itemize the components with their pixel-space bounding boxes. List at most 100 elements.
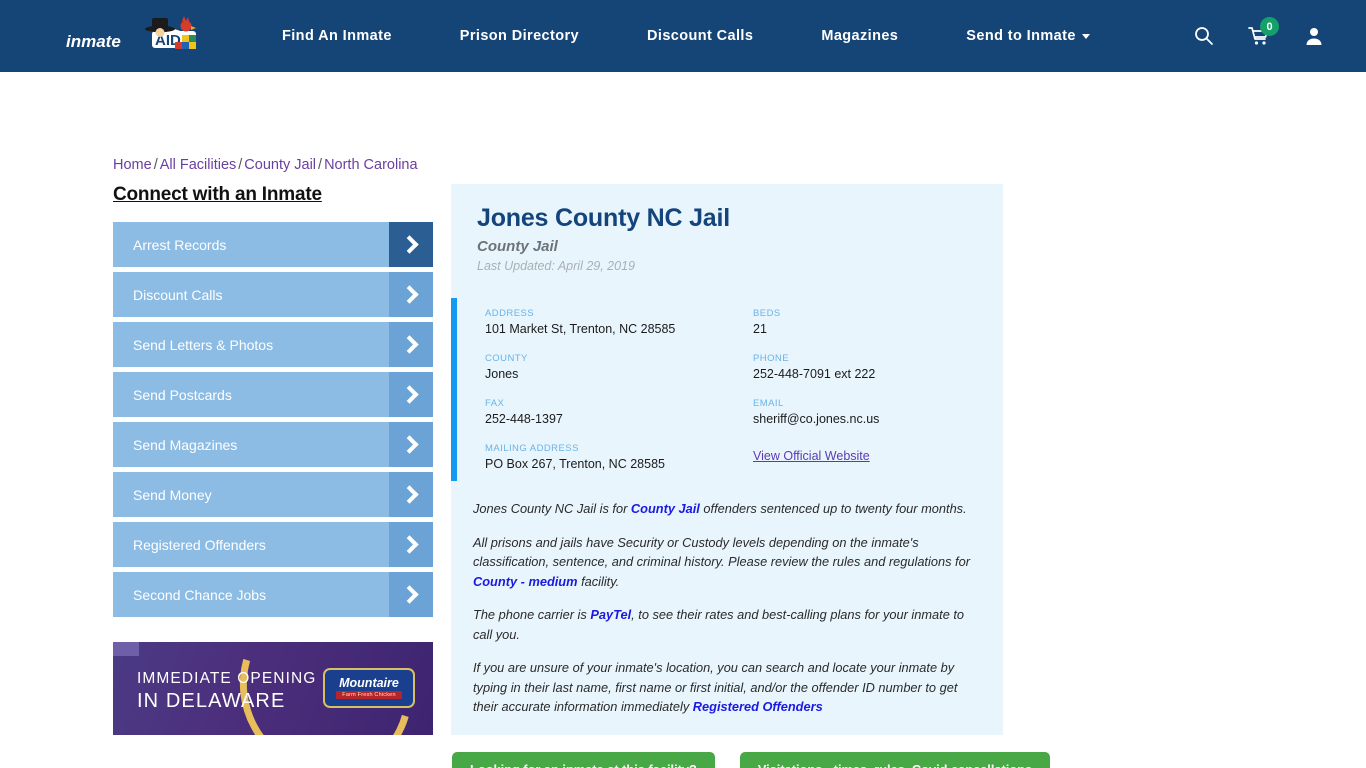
desc-text: facility. [577,573,620,589]
sidebar-title: Connect with an Inmate [113,184,322,205]
nav-label: Send to Inmate [966,28,1076,44]
info-value: sheriff@co.jones.nc.us [753,412,880,426]
sidebar-item-send-letters-photos[interactable]: Send Letters & Photos [113,322,433,367]
facility-header: Jones County NC Jail County Jail Last Up… [451,204,1003,273]
chevron-right-icon [389,372,433,417]
sidebar-item-arrest-records[interactable]: Arrest Records [113,222,433,267]
nav-item-find-an-inmate[interactable]: Find An Inmate [248,28,426,44]
sidebar-item-label: Discount Calls [133,286,223,303]
nav-item-send-to-inmate[interactable]: Send to Inmate [932,28,1124,44]
info-value: 252-448-7091 ext 222 [753,367,876,381]
find-inmate-button[interactable]: Looking for an inmate at this facility? [452,751,715,768]
chevron-right-icon [389,322,433,367]
chevron-right-icon [389,422,433,467]
facility-panel: Jones County NC Jail County Jail Last Up… [451,184,1003,735]
info-item-address: ADDRESS 101 Market St, Trenton, NC 28585 [485,308,731,336]
sidebar-item-second-chance-jobs[interactable]: Second Chance Jobs [113,572,433,617]
sidebar-item-send-magazines[interactable]: Send Magazines [113,422,433,467]
sidebar-item-label: Send Letters & Photos [133,336,274,353]
nav-item-prison-directory[interactable]: Prison Directory [426,28,613,44]
info-value: PO Box 267, Trenton, NC 28585 [485,457,665,471]
nav-item-discount-calls[interactable]: Discount Calls [613,28,787,44]
description-paragraph-2: All prisons and jails have Security or C… [473,533,977,592]
chevron-right-icon [389,572,433,617]
advertisement-banner[interactable]: IMMEDIATE OPENING IN DELAWARE Mountaire … [113,642,433,735]
info-item-beds: BEDS 21 [753,308,977,336]
chevron-down-icon [1081,33,1090,39]
nav-label: Magazines [821,28,899,44]
info-label: PHONE [753,353,790,364]
info-value: 252-448-1397 [485,412,563,426]
mountaire-logo: Mountaire Farm Fresh Chicken [323,668,415,708]
info-label: MAILING ADDRESS [485,443,579,454]
breadcrumb-separator: / [153,157,158,173]
view-official-website-link[interactable]: View Official Website [753,449,870,463]
nav-item-magazines[interactable]: Magazines [787,28,932,44]
info-item-fax: FAX 252-448-1397 [485,398,731,426]
facility-info-left-column: ADDRESS 101 Market St, Trenton, NC 28585… [485,308,731,471]
search-icon[interactable] [1194,26,1214,46]
ad-brand-tagline: Farm Fresh Chicken [336,691,402,699]
info-item-phone: PHONE 252-448-7091 ext 222 [753,353,977,381]
registered-offenders-link[interactable]: Registered Offenders [693,699,823,714]
sidebar-item-label: Send Money [133,486,212,503]
visitations-button[interactable]: Visitations - times, rules, Covid cancel… [739,751,1051,768]
info-label: BEDS [753,308,781,319]
page-title: Jones County NC Jail [477,204,730,232]
breadcrumb-item-county-jail[interactable]: County Jail [244,157,316,173]
county-jail-link[interactable]: County Jail [631,501,700,516]
site-logo[interactable]: AID inmate [60,13,200,59]
paytel-link[interactable]: PayTel [590,607,631,622]
info-item-email: EMAIL sheriff@co.jones.nc.us [753,398,977,426]
breadcrumb-item-home[interactable]: Home [113,157,152,173]
sidebar-item-label: Registered Offenders [133,536,266,553]
nav-label: Find An Inmate [282,28,392,44]
ad-line-2: IN DELAWARE [137,690,286,712]
sidebar-item-send-postcards[interactable]: Send Postcards [113,372,433,417]
info-label: ADDRESS [485,308,535,319]
facility-info-block: ADDRESS 101 Market St, Trenton, NC 28585… [451,298,1003,481]
sidebar: Connect with an Inmate Arrest Records Di… [113,184,433,622]
info-label: FAX [485,398,505,409]
sidebar-item-discount-calls[interactable]: Discount Calls [113,272,433,317]
desc-text: The phone carrier is [473,607,591,622]
main-content: Jones County NC Jail County Jail Last Up… [451,184,1051,768]
site-header: AID inmate Find An Inmate Prison Directo… [0,0,1366,72]
info-label: EMAIL [753,398,784,409]
breadcrumb-separator: / [238,157,243,173]
breadcrumb-item-north-carolina[interactable]: North Carolina [324,157,418,173]
inmateaid-logo-icon: AID inmate [66,16,196,51]
last-updated-text: Last Updated: April 29, 2019 [477,259,635,273]
action-button-row: Looking for an inmate at this facility? … [451,751,1051,768]
facility-description: Jones County NC Jail is for County Jail … [451,481,1003,717]
info-label: COUNTY [485,353,528,364]
desc-text: Jones County NC Jail is for [473,501,631,516]
description-paragraph-3: The phone carrier is PayTel, to see thei… [473,605,977,644]
ad-line-1: IMMEDIATE OPENING [137,670,317,687]
svg-text:inmate: inmate [66,32,121,51]
header-icon-group: 0 [1194,17,1338,46]
breadcrumb-item-all-facilities[interactable]: All Facilities [160,157,237,173]
sidebar-item-label: Send Postcards [133,386,232,403]
description-paragraph-1: Jones County NC Jail is for County Jail … [473,499,977,519]
cart-icon[interactable]: 0 [1248,17,1279,46]
facility-type: County Jail [477,238,558,255]
user-account-icon[interactable] [1304,26,1324,46]
info-value: Jones [485,367,519,381]
info-value: 101 Market St, Trenton, NC 28585 [485,322,676,336]
breadcrumb: Home / All Facilities / County Jail / North Ca… [113,157,418,173]
sidebar-item-label: Send Magazines [133,436,238,453]
main-navigation: Find An Inmate Prison Directory Discount… [248,28,1124,44]
nav-label: Discount Calls [647,28,754,44]
ad-text: IMMEDIATE OPENING IN DELAWARE [137,668,316,712]
cart-count-badge: 0 [1260,17,1279,36]
sidebar-item-label: Arrest Records [133,236,227,253]
sidebar-item-label: Second Chance Jobs [133,586,267,603]
sidebar-item-send-money[interactable]: Send Money [113,472,433,517]
sidebar-item-registered-offenders[interactable]: Registered Offenders [113,522,433,567]
nav-label: Prison Directory [459,28,580,44]
chevron-right-icon [389,222,433,267]
county-medium-link[interactable]: County - medium [473,574,578,589]
desc-text: All prisons and jails have Security or C… [473,534,970,570]
chevron-right-icon [389,472,433,517]
